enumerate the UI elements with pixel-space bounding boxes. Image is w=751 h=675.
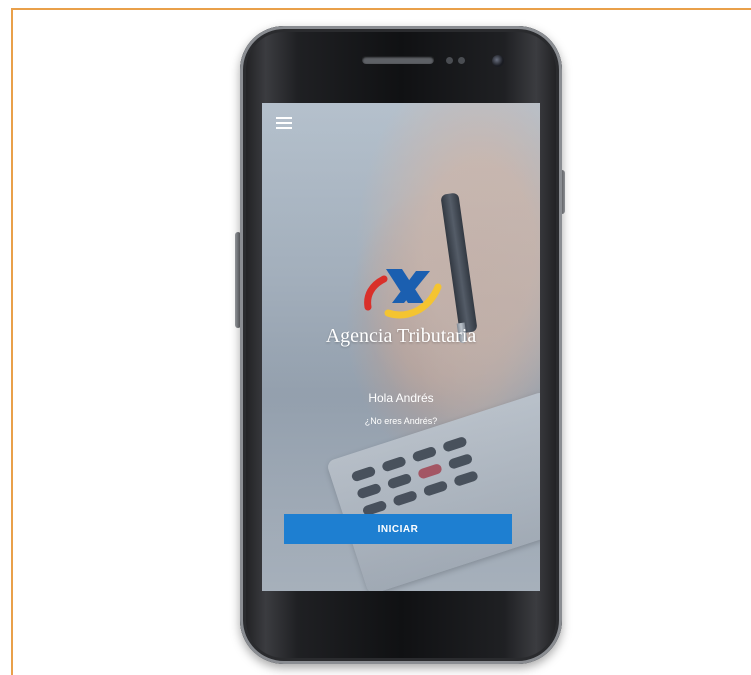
greeting-text: Hola Andrés [368,391,434,405]
brand-name: Agencia Tributaria [325,325,477,347]
earpiece-speaker [362,56,434,64]
proximity-sensor [446,57,453,64]
light-sensor [458,57,465,64]
not-user-link[interactable]: ¿No eres Andrés? [262,416,540,426]
front-camera-icon [492,55,504,67]
phone-bottom-bezel [262,591,540,631]
hamburger-menu-icon[interactable] [276,117,292,129]
app-screen: Agencia Tributaria Hola Andrés ¿No eres … [262,103,540,591]
agencia-tributaria-logo [364,269,442,319]
start-button[interactable]: INICIAR [284,514,512,544]
